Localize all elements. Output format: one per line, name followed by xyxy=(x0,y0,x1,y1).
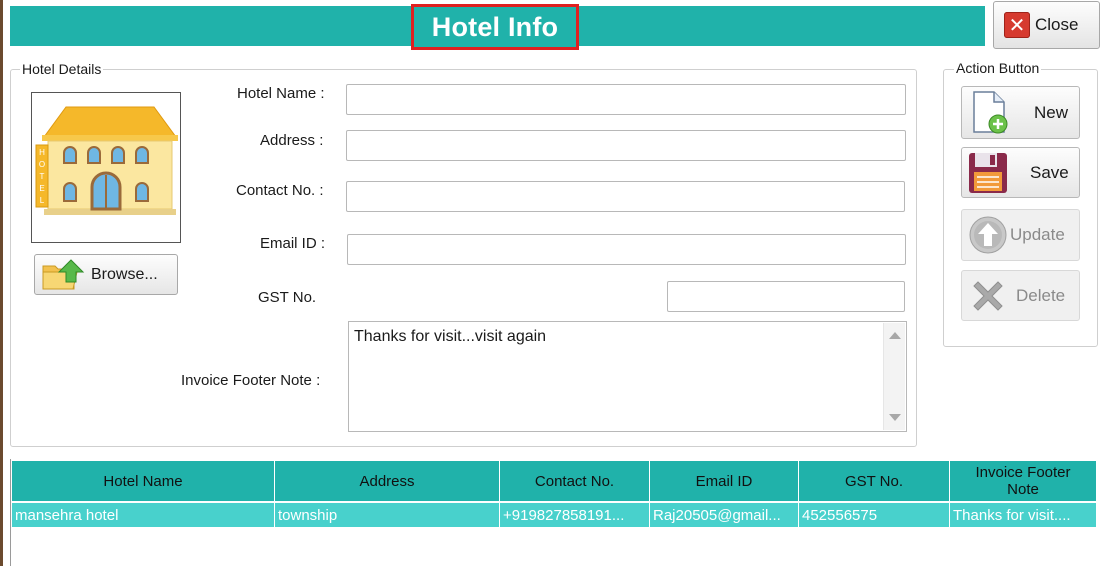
column-header-gst-no[interactable]: GST No. xyxy=(799,461,950,501)
delete-x-icon xyxy=(973,280,1003,311)
address-label: Address : xyxy=(260,132,324,149)
scroll-up-arrow-icon[interactable] xyxy=(889,332,901,339)
scroll-down-arrow-icon[interactable] xyxy=(889,414,901,421)
delete-button-label: Delete xyxy=(1016,285,1066,305)
invoice-footer-note-label: Invoice Footer Note : xyxy=(181,372,321,389)
column-header-contact-no[interactable]: Contact No. xyxy=(500,461,650,501)
svg-text:E: E xyxy=(39,184,44,193)
window-left-border xyxy=(0,0,3,566)
svg-text:H: H xyxy=(39,148,45,157)
invoice-footer-note-input[interactable]: Thanks for visit...visit again xyxy=(348,321,907,432)
new-button[interactable]: New xyxy=(961,86,1080,139)
column-header-invoice-footer-note[interactable]: Invoice Footer Note xyxy=(950,461,1097,501)
footer-note-scrollbar[interactable] xyxy=(883,323,905,430)
column-header-hotel-name[interactable]: Hotel Name xyxy=(12,461,275,501)
cell-hotel-name[interactable]: mansehra hotel xyxy=(12,503,275,527)
hotel-name-label: Hotel Name : xyxy=(237,85,325,102)
close-button-label: Close xyxy=(1035,15,1079,34)
save-disk-icon xyxy=(969,152,1007,193)
column-header-address[interactable]: Address xyxy=(275,461,500,501)
browse-button[interactable]: Browse... xyxy=(34,254,178,295)
page-title: Hotel Info xyxy=(431,11,559,42)
new-document-icon xyxy=(973,90,1008,133)
hotel-name-input[interactable] xyxy=(346,84,906,115)
new-button-label: New xyxy=(1034,102,1069,122)
folder-upload-icon xyxy=(42,258,85,289)
close-icon: ✕ xyxy=(1004,12,1030,38)
update-arrow-icon xyxy=(969,216,1007,254)
cell-contact-no[interactable]: +919827858191... xyxy=(500,503,650,527)
cell-address[interactable]: township xyxy=(275,503,500,527)
title-frame: Hotel Info xyxy=(411,4,579,50)
email-id-label: Email ID : xyxy=(260,235,326,252)
hotel-building-icon: H O T E L xyxy=(35,106,178,215)
update-button-label: Update xyxy=(1010,225,1065,244)
hotel-details-legend: Hotel Details xyxy=(20,61,104,77)
column-header-email-id[interactable]: Email ID xyxy=(650,461,799,501)
svg-text:T: T xyxy=(40,172,45,181)
delete-button[interactable]: Delete xyxy=(961,270,1080,321)
contact-no-label: Contact No. : xyxy=(236,182,324,199)
save-button-label: Save xyxy=(1030,162,1069,182)
close-button[interactable]: ✕ Close xyxy=(993,1,1100,49)
contact-no-input[interactable] xyxy=(346,181,905,212)
svg-text:L: L xyxy=(40,196,45,205)
action-button-legend: Action Button xyxy=(954,60,1042,76)
email-id-input[interactable] xyxy=(347,234,906,265)
address-input[interactable] xyxy=(346,130,906,161)
svg-text:O: O xyxy=(39,160,45,169)
cell-gst-no[interactable]: 452556575 xyxy=(799,503,950,527)
gst-no-input[interactable] xyxy=(667,281,905,312)
cell-email-id[interactable]: Raj20505@gmail... xyxy=(650,503,799,527)
save-button[interactable]: Save xyxy=(961,147,1080,198)
hotel-image: H O T E L xyxy=(31,92,181,243)
cell-invoice-footer-note[interactable]: Thanks for visit.... xyxy=(950,503,1097,527)
browse-button-label: Browse... xyxy=(91,265,158,283)
update-button[interactable]: Update xyxy=(961,209,1080,261)
gst-no-label: GST No. xyxy=(258,289,317,306)
table-row[interactable]: mansehra hotel township +919827858191...… xyxy=(12,503,1097,527)
